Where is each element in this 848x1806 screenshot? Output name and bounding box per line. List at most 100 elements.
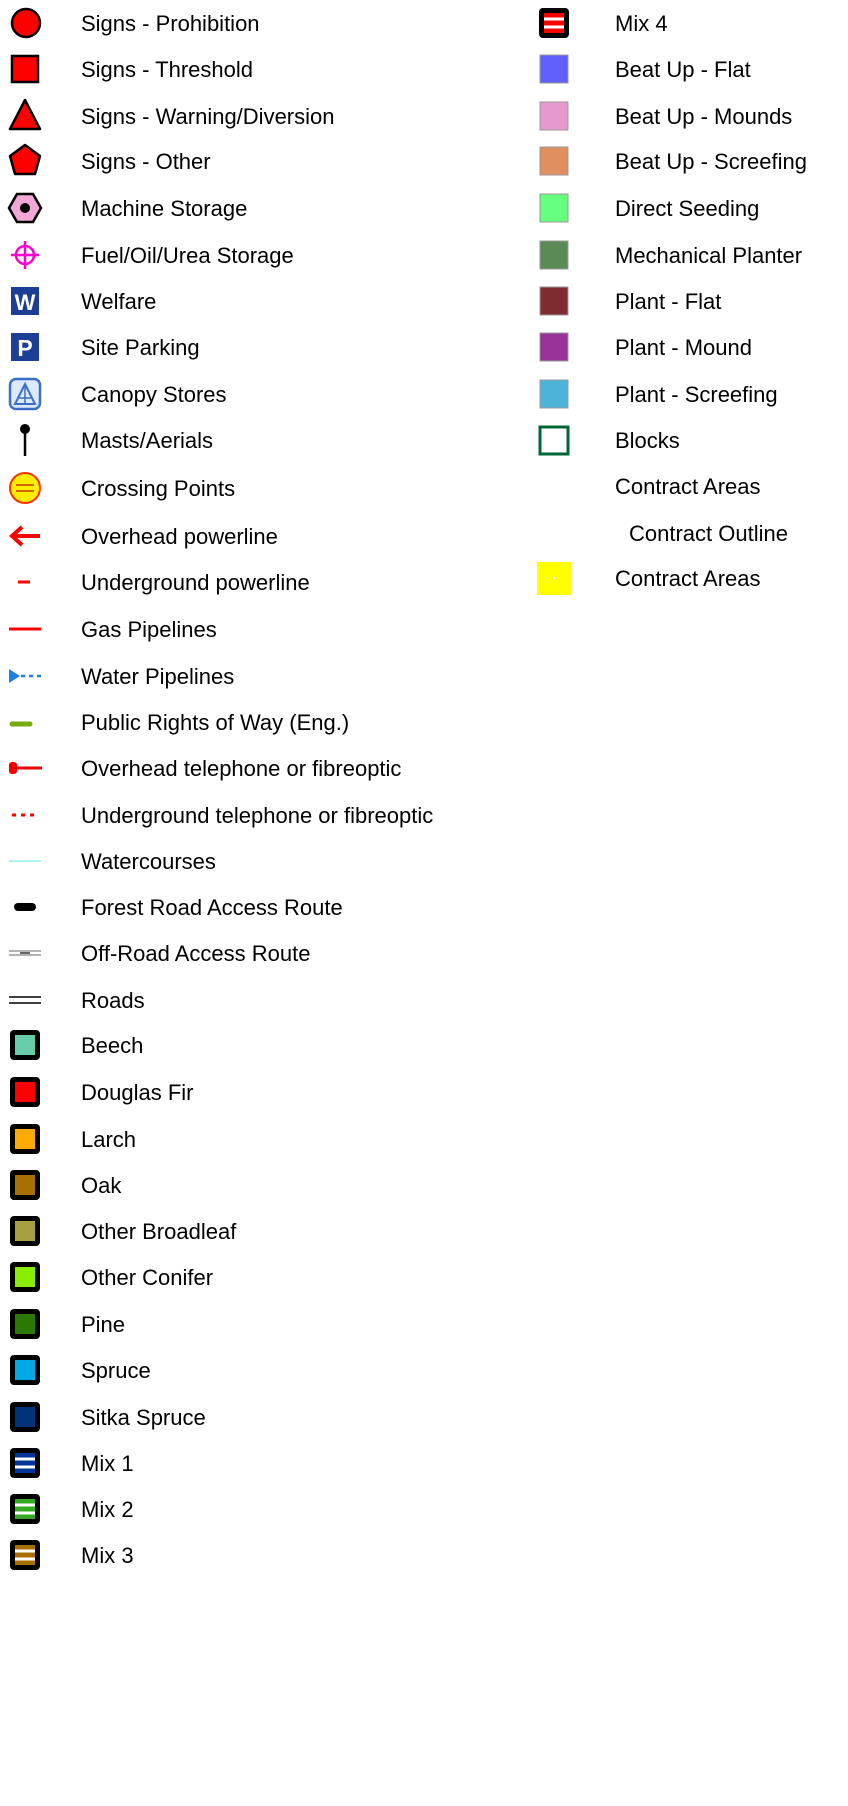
mix-3-swatch-icon xyxy=(6,1535,50,1575)
legend-item: Gas Pipelines xyxy=(0,609,520,649)
legend-item: Underground telephone or fibreoptic xyxy=(0,795,520,835)
underground-telephone-icon xyxy=(6,795,50,835)
legend-label: Canopy Stores xyxy=(81,382,227,407)
pine-swatch-icon xyxy=(6,1304,50,1344)
contract-areas-swatch-icon xyxy=(535,558,579,598)
spruce-swatch-icon xyxy=(6,1350,50,1390)
legend-label: Larch xyxy=(81,1127,137,1152)
crossing-point-icon xyxy=(6,468,50,508)
legend-label: Public Rights of Way (Eng.) xyxy=(81,710,350,735)
legend-symbol-empty xyxy=(535,466,579,506)
legend-item: Mix 1 xyxy=(0,1443,520,1483)
legend-symbol-empty xyxy=(535,513,579,553)
legend-item: Forest Road Access Route xyxy=(0,887,520,927)
legend-item: Mix 2 xyxy=(0,1489,520,1529)
other-broadleaf-swatch-icon xyxy=(6,1211,50,1251)
legend-label: Mix 3 xyxy=(81,1543,134,1568)
beat-up-screefing-swatch-icon xyxy=(535,141,579,181)
legend-label: Mix 4 xyxy=(615,11,668,36)
legend-item: Signs - Warning/Diversion xyxy=(0,96,520,136)
legend-label: Roads xyxy=(81,988,145,1013)
legend-label: Watercourses xyxy=(81,849,216,874)
legend-item: Crossing Points xyxy=(0,468,520,508)
legend-label: Mix 2 xyxy=(81,1497,134,1522)
legend-label: Overhead telephone or fibreoptic xyxy=(81,756,402,781)
legend-label: Oak xyxy=(81,1173,122,1198)
legend-label: Mix 1 xyxy=(81,1451,134,1476)
legend-label: Direct Seeding xyxy=(615,196,760,221)
legend-label: Signs - Warning/Diversion xyxy=(81,104,335,129)
legend-item: Mix 3 xyxy=(0,1535,520,1575)
legend-item: Plant - Flat xyxy=(535,281,848,321)
legend-item: Canopy Stores xyxy=(0,374,520,414)
legend-label: Beat Up - Flat xyxy=(615,57,751,82)
beat-up-mounds-swatch-icon xyxy=(535,96,579,136)
legend-label: Masts/Aerials xyxy=(81,428,214,453)
douglas-fir-swatch-icon xyxy=(6,1072,50,1112)
water-pipeline-icon xyxy=(6,656,50,696)
plant-flat-swatch-icon xyxy=(535,281,579,321)
direct-seeding-swatch-icon xyxy=(535,188,579,228)
machine-storage-icon xyxy=(6,188,50,228)
legend-item: Sitka Spruce xyxy=(0,1397,520,1437)
blocks-outline-icon xyxy=(535,420,579,460)
legend-label: Blocks xyxy=(615,428,680,453)
prohibition-sign-icon xyxy=(6,3,50,43)
legend-item: Masts/Aerials xyxy=(0,420,520,460)
roads-icon xyxy=(6,980,50,1020)
legend-label: Other Conifer xyxy=(81,1265,214,1290)
legend-item: Underground powerline xyxy=(0,562,520,602)
legend-label: Beat Up - Screefing xyxy=(615,149,807,174)
legend-label: Gas Pipelines xyxy=(81,617,217,642)
svg-text:P: P xyxy=(17,335,32,361)
legend-item: Beat Up - Mounds xyxy=(535,96,848,136)
legend-item: Beech xyxy=(0,1025,520,1065)
legend-item: Water Pipelines xyxy=(0,656,520,696)
legend-item: Larch xyxy=(0,1119,520,1159)
legend-label: Forest Road Access Route xyxy=(81,895,343,920)
legend-label: Plant - Screefing xyxy=(615,382,778,407)
gas-pipeline-icon xyxy=(6,609,50,649)
legend-item: P Site Parking xyxy=(0,327,520,367)
legend-label: Contract Areas xyxy=(615,566,761,591)
legend-item: Roads xyxy=(0,980,520,1020)
legend-label: Signs - Other xyxy=(81,149,211,174)
legend-item: Other Conifer xyxy=(0,1257,520,1297)
legend-item: Plant - Screefing xyxy=(535,374,848,414)
legend-item: Contract Outline xyxy=(535,513,848,553)
legend-item: Signs - Other xyxy=(0,141,520,181)
legend-item: Contract Areas xyxy=(535,558,848,598)
legend-item: Direct Seeding xyxy=(535,188,848,228)
legend-item: Off-Road Access Route xyxy=(0,933,520,973)
sitka-spruce-swatch-icon xyxy=(6,1397,50,1437)
larch-swatch-icon xyxy=(6,1119,50,1159)
legend-label: Contract Outline xyxy=(629,521,788,546)
legend-item: Beat Up - Screefing xyxy=(535,141,848,181)
other-sign-icon xyxy=(6,141,50,181)
legend-label: Douglas Fir xyxy=(81,1080,194,1105)
legend-item: Watercourses xyxy=(0,841,520,881)
legend-item: Mix 4 xyxy=(535,3,848,43)
legend-item: Spruce xyxy=(0,1350,520,1390)
legend-label: Contract Areas xyxy=(615,474,761,499)
oak-swatch-icon xyxy=(6,1165,50,1205)
legend-item: W Welfare xyxy=(0,281,520,321)
legend-label: Pine xyxy=(81,1312,126,1337)
mix-4-swatch-icon xyxy=(535,3,579,43)
legend-label: Off-Road Access Route xyxy=(81,941,311,966)
other-conifer-swatch-icon xyxy=(6,1257,50,1297)
legend-label: Underground powerline xyxy=(81,570,310,595)
legend-item: Oak xyxy=(0,1165,520,1205)
plant-screefing-swatch-icon xyxy=(535,374,579,414)
legend-item: Signs - Prohibition xyxy=(0,3,520,43)
legend-label: Water Pipelines xyxy=(81,664,235,689)
legend-item: Other Broadleaf xyxy=(0,1211,520,1251)
legend-item: Contract Areas xyxy=(535,466,848,506)
legend-item: Machine Storage xyxy=(0,188,520,228)
parking-icon: P xyxy=(6,327,50,367)
legend-label: Signs - Prohibition xyxy=(81,11,260,36)
fuel-storage-icon xyxy=(6,235,50,275)
legend-item: Beat Up - Flat xyxy=(535,49,848,89)
legend-label: Spruce xyxy=(81,1358,151,1383)
welfare-icon: W xyxy=(6,281,50,321)
